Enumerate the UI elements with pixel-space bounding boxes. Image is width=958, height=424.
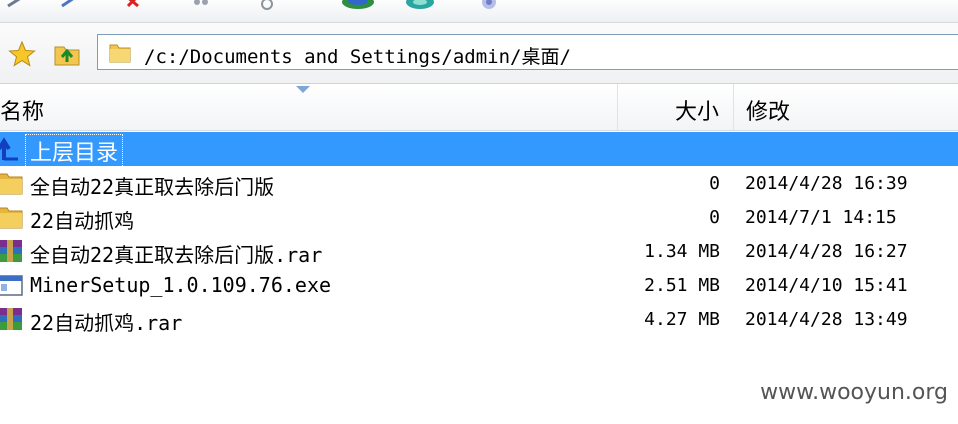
toolbar-settings-icon[interactable] xyxy=(474,0,504,10)
column-name-label: 名称 xyxy=(0,100,45,125)
toolbar-back-icon[interactable] xyxy=(6,0,28,10)
list-item-parent-dir[interactable]: 上层目录 xyxy=(0,132,958,168)
file-size: 2.51 MB xyxy=(644,275,720,296)
file-modified: 2014/4/28 16:27 xyxy=(745,241,908,262)
file-size: 0 xyxy=(709,207,720,228)
rar-archive-icon xyxy=(0,308,22,330)
folder-icon xyxy=(109,44,131,63)
file-size: 4.27 MB xyxy=(644,309,720,330)
file-name: 上层目录 xyxy=(24,134,124,168)
toolbar-edit-icon[interactable] xyxy=(58,0,80,10)
toolbar-link-icon[interactable] xyxy=(256,0,278,10)
parent-dir-icon xyxy=(0,137,18,161)
toolbar-globe-icon[interactable] xyxy=(338,0,378,10)
file-name: 全自动22真正取去除后门版.rar xyxy=(30,243,323,267)
column-header: 名称 大小 修改 xyxy=(0,84,958,131)
folder-icon xyxy=(0,173,23,195)
file-modified: 2014/4/28 13:49 xyxy=(745,309,908,330)
file-modified: 2014/7/1 14:15 xyxy=(745,207,897,228)
toolbar-copy-icon[interactable] xyxy=(190,0,212,10)
column-header-size[interactable]: 大小 xyxy=(618,84,734,130)
up-folder-icon[interactable] xyxy=(52,38,82,68)
toolbar-refresh-icon[interactable] xyxy=(402,0,438,10)
file-size: 0 xyxy=(709,173,720,194)
column-header-name[interactable]: 名称 xyxy=(0,84,618,130)
list-item[interactable]: MinerSetup_1.0.109.76.exe 2.51 MB 2014/4… xyxy=(0,268,958,302)
watermark: www.wooyun.org xyxy=(760,380,948,405)
list-item[interactable]: 22自动抓鸡 0 2014/7/1 14:15 xyxy=(0,200,958,234)
column-modified-label: 修改 xyxy=(746,100,791,125)
file-name: 全自动22真正取去除后门版 xyxy=(30,175,275,199)
list-item[interactable]: 全自动22真正取去除后门版.rar 1.34 MB 2014/4/28 16:2… xyxy=(0,234,958,268)
rar-archive-icon xyxy=(0,240,22,262)
file-name: 22自动抓鸡.rar xyxy=(30,311,183,335)
file-name: MinerSetup_1.0.109.76.exe xyxy=(30,273,332,297)
address-input[interactable]: /c:/Documents and Settings/admin/桌面/ xyxy=(97,34,958,70)
address-path-text: /c:/Documents and Settings/admin/桌面/ xyxy=(144,46,571,68)
file-modified: 2014/4/28 16:39 xyxy=(745,173,908,194)
file-size: 1.34 MB xyxy=(644,241,720,262)
list-item[interactable]: 全自动22真正取去除后门版 0 2014/4/28 16:39 xyxy=(0,166,958,200)
column-size-label: 大小 xyxy=(674,100,719,125)
favorites-star-icon[interactable] xyxy=(8,40,36,68)
file-modified: 2014/4/10 15:41 xyxy=(745,275,908,296)
toolbar-delete-icon[interactable] xyxy=(122,0,144,10)
toolbar xyxy=(0,0,958,23)
sort-arrow-icon xyxy=(296,86,310,93)
folder-icon xyxy=(0,207,23,229)
file-list: 上层目录 全自动22真正取去除后门版 0 2014/4/28 16:39 22自… xyxy=(0,132,958,336)
list-item[interactable]: 22自动抓鸡.rar 4.27 MB 2014/4/28 13:49 xyxy=(0,302,958,336)
file-name: 22自动抓鸡 xyxy=(30,209,135,233)
column-header-modified[interactable]: 修改 xyxy=(734,84,958,130)
exe-file-icon xyxy=(0,275,23,296)
